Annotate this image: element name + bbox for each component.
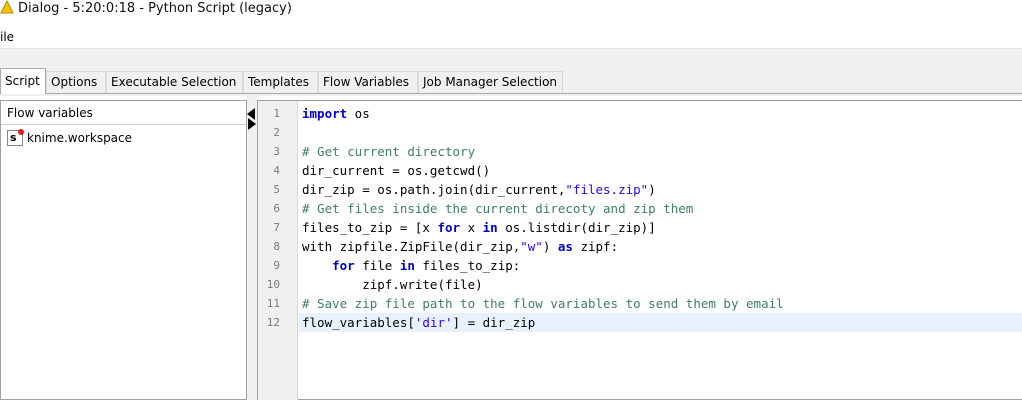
line-number-gutter: 1 2 3 4 5 6 7 8 9 10 11 12	[258, 101, 298, 400]
line-number: 3	[273, 145, 280, 158]
code-editor[interactable]: 1 2 3 4 5 6 7 8 9 10 11 12 import os # Get current d…	[257, 100, 1022, 400]
code-token: with zipfile.ZipFile(dir_zip,	[302, 239, 521, 254]
tab-bar: Script Options Executable Selection Temp…	[0, 48, 1022, 96]
code-token: 'dir'	[414, 315, 453, 330]
window-title: Dialog - 5:20:0:18 - Python Script (lega…	[18, 1, 292, 16]
code-token: in	[399, 258, 415, 273]
flow-variables-header: Flow variables	[1, 101, 246, 125]
flow-variables-panel: Flow variables s knime.workspace	[0, 100, 247, 400]
code-line[interactable]	[299, 123, 1022, 142]
code-line[interactable]: dir_current = os.getcwd()	[299, 161, 1022, 180]
code-token: file	[354, 258, 400, 273]
code-token: # Save zip file path to the flow variabl…	[302, 296, 784, 311]
flow-variable-item[interactable]: s knime.workspace	[1, 129, 246, 149]
line-number: 5	[273, 183, 280, 196]
menu-bar: ile	[0, 24, 1022, 48]
code-line[interactable]: # Get current directory	[299, 142, 1022, 161]
tab-script[interactable]: Script	[0, 68, 46, 94]
line-number: 12	[266, 316, 280, 329]
code-token: for	[437, 220, 461, 235]
line-number: 8	[273, 240, 280, 253]
code-token: # Get files inside the current direcoty …	[302, 201, 694, 216]
code-token: # Get current directory	[302, 144, 476, 159]
code-line[interactable]: files_to_zip = [x for x in os.listdir(di…	[299, 218, 1022, 237]
script-tab-content: Flow variables s knime.workspace 1234567…	[0, 96, 1022, 400]
line-number: 11	[266, 297, 280, 310]
code-token: x	[460, 220, 483, 235]
tab-flow-variables[interactable]: Flow Variables	[318, 71, 418, 93]
code-line[interactable]: zipf.write(file)	[299, 275, 1022, 294]
code-line[interactable]: # Save zip file path to the flow variabl…	[299, 294, 1022, 313]
code-token: zipf.write(file)	[302, 277, 483, 292]
code-area[interactable]: import os # Get current directory dir_curr…	[299, 101, 1022, 400]
code-token: )	[648, 182, 656, 197]
code-token: files_to_zip:	[414, 258, 521, 273]
code-line[interactable]: flow_variables['dir'] = dir_zip	[299, 313, 1022, 332]
code-token: os	[347, 106, 370, 121]
code-line[interactable]: dir_zip = os.path.join(dir_current,"file…	[299, 180, 1022, 199]
title-bar: Dialog - 5:20:0:18 - Python Script (lega…	[0, 0, 1022, 24]
line-number: 6	[273, 202, 280, 215]
tab-options[interactable]: Options	[46, 71, 106, 93]
code-token: dir_current = os.getcwd()	[302, 163, 491, 178]
code-token: import	[302, 106, 348, 121]
code-token: flow_variables[	[302, 315, 415, 330]
code-token: "files.zip"	[565, 182, 649, 197]
code-line[interactable]: import os	[299, 104, 1022, 123]
expand-right-icon[interactable]	[248, 118, 256, 130]
code-token: files_to_zip = [x	[302, 220, 438, 235]
line-number: 4	[273, 164, 280, 177]
code-token: os.listdir(dir_zip)]	[497, 220, 656, 235]
line-number: 2	[273, 126, 280, 139]
code-token: zipf:	[572, 239, 619, 254]
line-number: 7	[273, 221, 280, 234]
tab-templates[interactable]: Templates	[243, 71, 318, 93]
tab-executable-selection[interactable]: Executable Selection	[106, 71, 243, 93]
code-token: ] = dir_zip	[452, 315, 536, 330]
code-token: as	[557, 239, 573, 254]
line-number: 1	[273, 107, 280, 120]
code-token: dir_zip = os.path.join(dir_current,	[302, 182, 566, 197]
code-line[interactable]: with zipfile.ZipFile(dir_zip,"w") as zip…	[299, 237, 1022, 256]
code-line[interactable]: for file in files_to_zip:	[299, 256, 1022, 275]
tab-divider	[0, 93, 1022, 94]
code-token: for	[332, 258, 355, 273]
code-line[interactable]: # Get files inside the current direcoty …	[299, 199, 1022, 218]
flow-variable-label: knime.workspace	[27, 131, 133, 145]
code-token: )	[542, 239, 558, 254]
string-variable-icon: s	[7, 129, 24, 146]
code-token: "w"	[520, 239, 543, 254]
line-number: 9	[273, 259, 280, 272]
line-number: 10	[266, 278, 280, 291]
warning-icon	[0, 0, 14, 14]
panel-splitter[interactable]	[247, 96, 257, 400]
code-token: in	[482, 220, 498, 235]
menu-file[interactable]: ile	[0, 30, 14, 44]
tab-job-manager-selection[interactable]: Job Manager Selection	[418, 71, 563, 93]
